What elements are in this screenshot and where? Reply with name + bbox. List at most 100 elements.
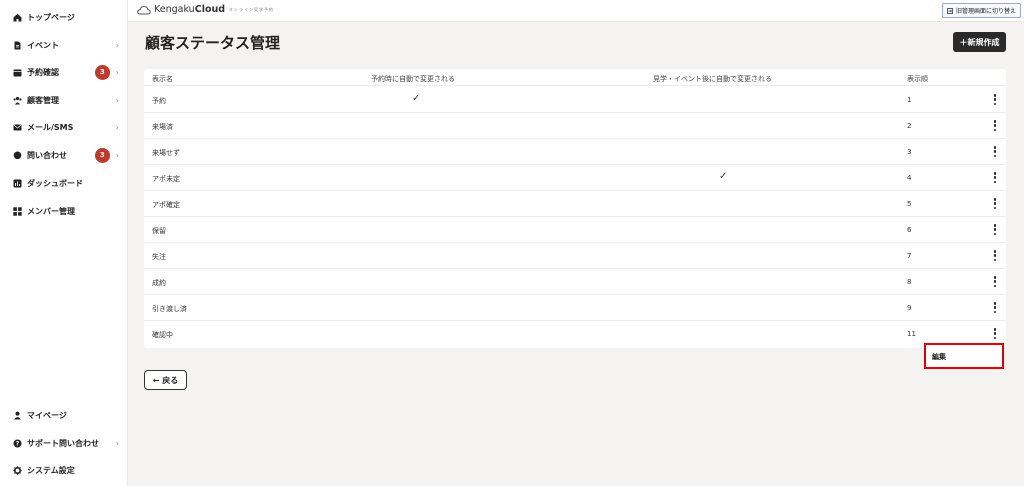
more-options-icon[interactable] [992, 93, 998, 106]
help-icon: ? [13, 439, 22, 448]
display-order: 3 [907, 148, 912, 156]
table-header: 表示名 予約時に自動で変更される 見学・イベント後に自動で変更される 表示順 [144, 69, 1006, 86]
sidebar-item-person[interactable]: マイページ [13, 406, 119, 424]
status-name: 確認中 [152, 331, 173, 339]
column-header-name: 表示名 [152, 75, 173, 83]
display-order: 11 [907, 330, 916, 338]
sidebar-item-label: トップページ [27, 12, 75, 22]
column-header-auto-on-reserve: 予約時に自動で変更される [371, 75, 455, 83]
display-order: 5 [907, 200, 912, 208]
table-row[interactable]: 成約 8 [144, 269, 1006, 295]
table-row[interactable]: 予約 ✓ 1 [144, 87, 1006, 113]
chart-icon [13, 179, 22, 188]
sidebar-item-label: メンバー管理 [27, 206, 75, 216]
display-order: 9 [907, 304, 912, 312]
chevron-right-icon: › [115, 122, 119, 132]
sidebar-item-label: マイページ [27, 410, 67, 420]
table-row[interactable]: 引き渡し済 9 [144, 295, 1006, 321]
edit-menu-item[interactable]: 編集 [924, 343, 1004, 369]
sidebar-item-label: イベント [27, 40, 59, 50]
display-order: 1 [907, 96, 912, 104]
status-table: 表示名 予約時に自動で変更される 見学・イベント後に自動で変更される 表示順 予… [144, 69, 1006, 348]
sidebar-item-document[interactable]: イベント › [13, 36, 119, 54]
sidebar-item-gear[interactable]: システム設定 [13, 461, 119, 479]
sidebar-item-users[interactable]: 顧客管理 › [13, 91, 119, 109]
chevron-right-icon: › [115, 40, 119, 50]
sidebar-item-home[interactable]: トップページ [13, 8, 119, 26]
table-row[interactable]: 来場せず 3 [144, 139, 1006, 165]
status-name: アポ確定 [152, 201, 180, 209]
display-order: 8 [907, 278, 912, 286]
chat-icon [13, 151, 22, 160]
mail-icon [13, 123, 22, 132]
table-row[interactable]: 失注 7 [144, 243, 1006, 269]
cloud-logo-icon [137, 5, 151, 14]
users-icon [13, 96, 22, 105]
switch-legacy-admin-button[interactable]: 旧管理画面に切り替え [941, 3, 1021, 18]
home-icon [13, 13, 22, 22]
switch-legacy-admin-label: 旧管理画面に切り替え [955, 8, 1016, 15]
notification-badge: 3 [94, 64, 110, 80]
status-name: 来場せず [152, 149, 180, 157]
check-icon: ✓ [412, 93, 421, 104]
table-row[interactable]: アポ確定 5 [144, 191, 1006, 217]
more-options-icon[interactable] [992, 145, 998, 158]
person-icon [13, 411, 22, 420]
chevron-right-icon: › [115, 438, 119, 448]
sidebar-item-help[interactable]: ? サポート問い合わせ › [13, 434, 119, 452]
page-title: 顧客ステータス管理 [145, 34, 281, 52]
more-options-icon[interactable] [992, 119, 998, 132]
document-icon [13, 41, 22, 50]
status-name: アポ未定 [152, 175, 180, 183]
top-bar: Kengaku Cloud オンライン見学予約 旧管理画面に切り替え [128, 0, 1024, 22]
calendar-icon [13, 68, 22, 77]
chevron-right-icon: › [115, 150, 119, 160]
sidebar-item-grid[interactable]: メンバー管理 [13, 202, 119, 220]
sidebar-item-label: メール/SMS [27, 122, 74, 132]
sidebar-item-label: ダッシュボード [27, 178, 83, 188]
back-button[interactable]: ← 戻る [144, 370, 187, 390]
status-name: 来場済 [152, 123, 173, 131]
more-options-icon[interactable] [992, 249, 998, 262]
sidebar-item-mail[interactable]: メール/SMS › [13, 118, 119, 136]
check-icon: ✓ [719, 171, 728, 182]
more-options-icon[interactable] [992, 327, 998, 340]
table-row[interactable]: 保留 6 [144, 217, 1006, 243]
gear-icon [13, 465, 22, 475]
sidebar-item-calendar[interactable]: 予約確認 3 › [13, 63, 119, 81]
status-name: 失注 [152, 253, 166, 261]
sidebar-item-label: 顧客管理 [27, 95, 59, 105]
more-options-icon[interactable] [992, 171, 998, 184]
status-name: 引き渡し済 [152, 305, 187, 313]
svg-text:?: ? [16, 440, 20, 447]
chevron-right-icon: › [115, 95, 119, 105]
logo-text-prefix: Kengaku [154, 4, 195, 15]
display-order: 7 [907, 252, 912, 260]
edit-menu-label: 編集 [932, 353, 946, 361]
more-options-icon[interactable] [992, 223, 998, 236]
sidebar: トップページ イベント › 予約確認 3 › 顧客管理 › メール/SMS › 問い合わせ 3 › ダッシ… [0, 0, 128, 486]
logo-text-bold: Cloud [194, 4, 226, 15]
sidebar-item-chart[interactable]: ダッシュボード [13, 174, 119, 192]
switch-icon [947, 7, 953, 14]
sidebar-item-chat[interactable]: 問い合わせ 3 › [13, 146, 119, 164]
display-order: 4 [907, 174, 912, 182]
sidebar-item-label: システム設定 [27, 465, 75, 475]
more-options-icon[interactable] [992, 275, 998, 288]
column-header-order: 表示順 [907, 75, 928, 83]
sidebar-item-label: 予約確認 [27, 67, 59, 77]
logo-subtitle: オンライン見学予約 [229, 6, 275, 12]
more-options-icon[interactable] [992, 197, 998, 210]
table-row[interactable]: 確認中 11 [144, 321, 1006, 347]
sidebar-item-label: 問い合わせ [27, 150, 67, 160]
table-row[interactable]: アポ未定 ✓ 4 [144, 165, 1006, 191]
status-name: 予約 [152, 97, 166, 105]
more-options-icon[interactable] [992, 301, 998, 314]
create-new-button[interactable]: ＋新規作成 [953, 32, 1006, 52]
column-header-auto-after-event: 見学・イベント後に自動で変更される [653, 75, 772, 83]
table-row[interactable]: 来場済 2 [144, 113, 1006, 139]
sidebar-item-label: サポート問い合わせ [27, 438, 99, 448]
display-order: 6 [907, 226, 912, 234]
app-logo[interactable]: Kengaku Cloud オンライン見学予約 [137, 4, 274, 15]
status-name: 保留 [152, 227, 166, 235]
